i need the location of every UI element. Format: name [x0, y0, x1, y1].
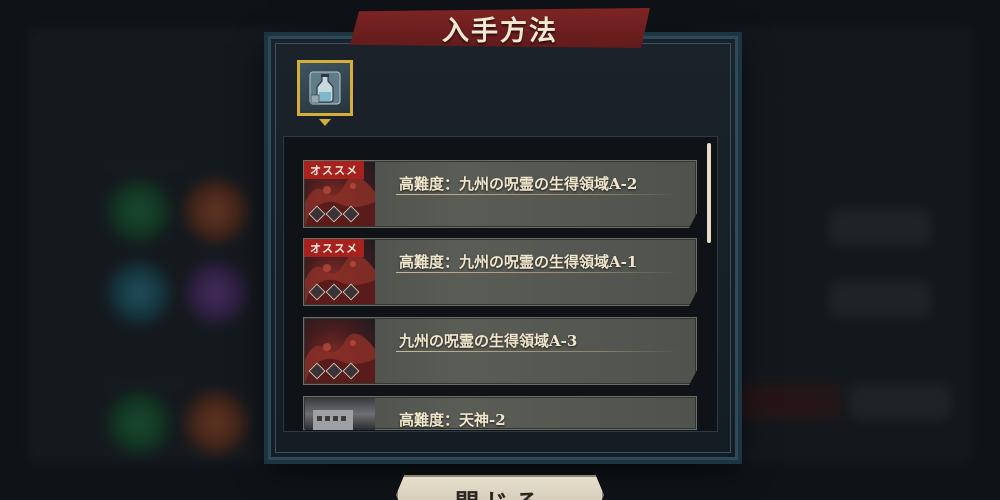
title-underline [396, 351, 681, 352]
reward-icon [325, 362, 343, 380]
recommended-badge: オススメ [304, 239, 364, 257]
stage-title: 高難度：九州の呪霊の生得領域A-2 [399, 175, 638, 193]
item-slot-pointer [319, 119, 331, 126]
reward-icon [342, 362, 360, 380]
stage-title: 高難度：天神-2 [399, 411, 506, 429]
dialog-title-banner: 入手方法 [350, 8, 650, 48]
close-button-label: 閉じる [455, 483, 545, 500]
reward-icon [325, 205, 343, 223]
reward-icon [308, 362, 326, 380]
building-image [313, 410, 353, 430]
close-button[interactable]: 閉じる [396, 475, 604, 500]
title-underline [396, 272, 681, 273]
list-scrollbar[interactable] [707, 143, 711, 243]
reward-icon [325, 283, 343, 301]
dialog-title: 入手方法 [442, 15, 558, 47]
recommended-badge: オススメ [304, 161, 364, 179]
reward-icons [308, 283, 360, 301]
reward-icon [308, 283, 326, 301]
stage-title: 高難度：九州の呪霊の生得領域A-1 [399, 253, 638, 271]
stage-thumbnail [305, 398, 375, 430]
reward-icon [342, 205, 360, 223]
stage-title: 九州の呪霊の生得領域A-3 [399, 332, 578, 350]
reward-icon [308, 205, 326, 223]
reward-icons [308, 205, 360, 223]
bottle-icon [309, 71, 341, 105]
reward-icon [342, 283, 360, 301]
source-entry[interactable]: 九州の呪霊の生得領域A-3 [303, 317, 697, 385]
item-slot[interactable] [297, 60, 353, 116]
source-entry[interactable]: オススメ 高難度：九州の呪霊の生得領域A-2 [303, 160, 697, 228]
title-underline [396, 194, 681, 195]
reward-icons [308, 362, 360, 380]
source-entry[interactable]: 高難度：天神-2 [303, 396, 697, 430]
source-entry[interactable]: オススメ 高難度：九州の呪霊の生得領域A-1 [303, 238, 697, 306]
